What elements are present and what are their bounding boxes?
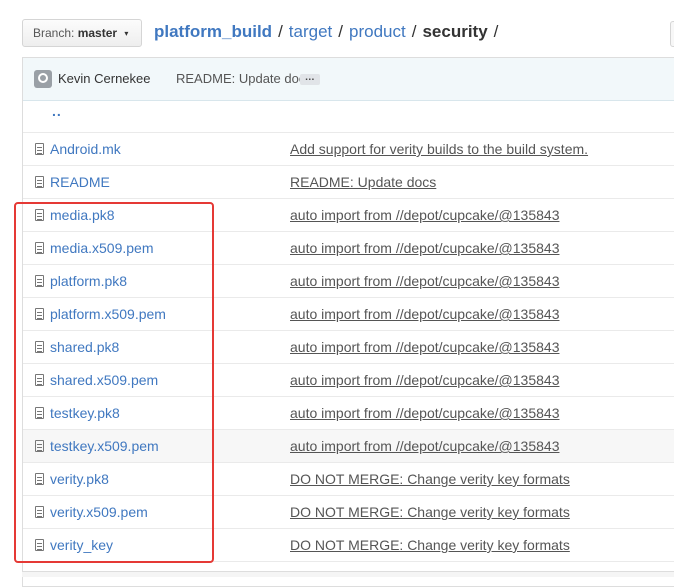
file-text-icon — [35, 242, 44, 254]
breadcrumb-separator: / — [338, 22, 344, 41]
file-name-link[interactable]: testkey.pk8 — [50, 405, 120, 421]
parent-directory-row[interactable]: .. — [23, 101, 674, 133]
table-row[interactable]: README README: Update docs — [23, 166, 674, 199]
file-text-icon — [35, 143, 44, 155]
commit-message-link[interactable]: auto import from //depot/cupcake/@135843 — [290, 207, 559, 223]
file-name-link[interactable]: platform.x509.pem — [50, 306, 166, 322]
parent-directory-link[interactable]: .. — [52, 103, 62, 119]
file-name-link[interactable]: README — [50, 174, 110, 190]
file-name-link[interactable]: media.x509.pem — [50, 240, 154, 256]
branch-label: Branch: — [33, 26, 75, 40]
table-row[interactable]: platform.x509.pem auto import from //depo… — [23, 298, 674, 331]
expand-commit-button[interactable]: … — [300, 73, 320, 85]
commit-message-link[interactable]: Add support for verity builds to the bui… — [290, 141, 588, 157]
breadcrumb-target-link[interactable]: target — [289, 22, 332, 41]
commit-message-link[interactable]: auto import from //depot/cupcake/@135843 — [290, 240, 559, 256]
file-name-link[interactable]: verity.x509.pem — [50, 504, 148, 520]
breadcrumb-current: security — [422, 22, 488, 41]
table-row[interactable]: shared.pk8 auto import from //depot/cupca… — [23, 331, 674, 364]
file-name-link[interactable]: media.pk8 — [50, 207, 115, 223]
breadcrumb-trailing-separator: / — [493, 22, 499, 41]
file-name-link[interactable]: platform.pk8 — [50, 273, 127, 289]
commit-message-link[interactable]: DO NOT MERGE: Change verity key formats — [290, 537, 570, 553]
table-row[interactable]: Android.mk Add support for verity builds … — [23, 133, 674, 166]
commit-message-link[interactable]: auto import from //depot/cupcake/@135843 — [290, 438, 559, 454]
caret-down-icon: ▾ — [124, 29, 129, 38]
commit-message[interactable]: README: Update docs — [176, 71, 312, 86]
table-row[interactable]: testkey.x509.pem auto import from //depot… — [23, 430, 674, 463]
table-row[interactable]: testkey.pk8 auto import from //depot/cupc… — [23, 397, 674, 430]
table-row[interactable]: verity.pk8 DO NOT MERGE: Change verity ke… — [23, 463, 674, 496]
file-text-icon — [35, 176, 44, 188]
file-name-link[interactable]: verity.pk8 — [50, 471, 109, 487]
file-list-footer — [22, 571, 674, 577]
file-text-icon — [35, 473, 44, 485]
latest-commit-bar: Kevin Cernekee README: Update docs … — [23, 58, 674, 101]
commit-message-link[interactable]: DO NOT MERGE: Change verity key formats — [290, 504, 570, 520]
branch-value: master — [77, 26, 118, 40]
commit-message-link[interactable]: auto import from //depot/cupcake/@135843 — [290, 339, 559, 355]
commit-message-link[interactable]: auto import from //depot/cupcake/@135843 — [290, 273, 559, 289]
file-text-icon — [35, 374, 44, 386]
file-text-icon — [35, 440, 44, 452]
commit-message-link[interactable]: auto import from //depot/cupcake/@135843 — [290, 372, 559, 388]
table-row[interactable]: media.x509.pem auto import from //depot/c… — [23, 232, 674, 265]
breadcrumb: platform_build / target / product / security / — [154, 22, 498, 42]
commit-message-link[interactable]: DO NOT MERGE: Change verity key formats — [290, 471, 570, 487]
file-name-link[interactable]: Android.mk — [50, 141, 121, 157]
file-text-icon — [35, 209, 44, 221]
file-text-icon — [35, 341, 44, 353]
breadcrumb-separator: / — [278, 22, 283, 41]
table-row[interactable]: media.pk8 auto import from //depot/cupcak… — [23, 199, 674, 232]
breadcrumb-repo-link[interactable]: platform_build — [154, 22, 272, 41]
file-name-link[interactable]: shared.pk8 — [50, 339, 119, 355]
commit-message-link[interactable]: auto import from //depot/cupcake/@135843 — [290, 405, 559, 421]
file-text-icon — [35, 506, 44, 518]
breadcrumb-product-link[interactable]: product — [349, 22, 406, 41]
github-avatar-icon[interactable] — [34, 70, 52, 88]
table-row[interactable]: verity_key DO NOT MERGE: Change verity ke… — [23, 529, 674, 562]
table-row[interactable]: platform.pk8 auto import from //depot/cup… — [23, 265, 674, 298]
file-text-icon — [35, 308, 44, 320]
commit-author[interactable]: Kevin Cernekee — [58, 71, 151, 86]
table-row[interactable]: shared.x509.pem auto import from //depot/… — [23, 364, 674, 397]
branch-select-button[interactable]: Branch: master ▾ — [22, 19, 142, 47]
table-row[interactable]: verity.x509.pem DO NOT MERGE: Change veri… — [23, 496, 674, 529]
breadcrumb-separator: / — [411, 22, 417, 41]
file-text-icon — [35, 539, 44, 551]
file-text-icon — [35, 407, 44, 419]
file-name-link[interactable]: verity_key — [50, 537, 113, 553]
file-name-link[interactable]: shared.x509.pem — [50, 372, 158, 388]
commit-message-link[interactable]: auto import from //depot/cupcake/@135843 — [290, 306, 559, 322]
repo-header: Branch: master ▾ platform_build / target / p… — [0, 0, 674, 58]
file-list: Kevin Cernekee README: Update docs … .. … — [22, 57, 674, 587]
file-name-link[interactable]: testkey.x509.pem — [50, 438, 159, 454]
commit-message-link[interactable]: README: Update docs — [290, 174, 436, 190]
toolbar-button-edge[interactable] — [670, 21, 674, 47]
file-text-icon — [35, 275, 44, 287]
